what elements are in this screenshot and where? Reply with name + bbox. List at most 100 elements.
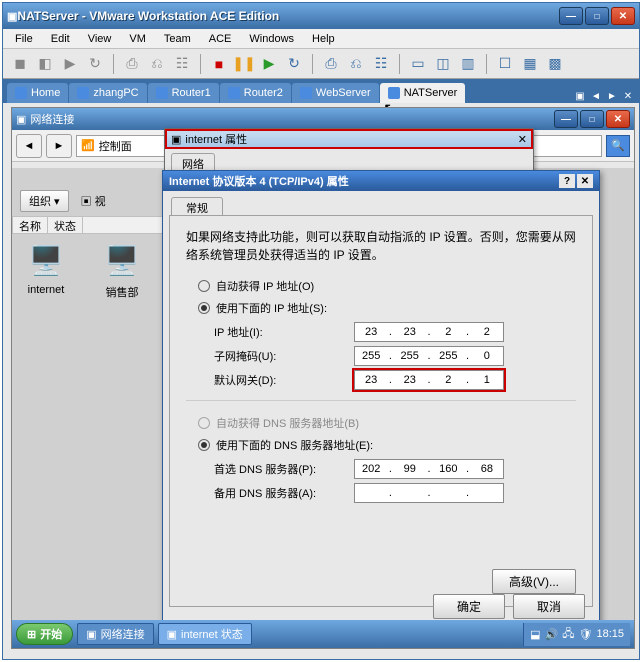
propwin-close-button[interactable]: ✕ bbox=[518, 133, 527, 146]
cycle-icon[interactable]: ↻ bbox=[283, 53, 305, 75]
view-toggle[interactable]: ▣ 视 bbox=[81, 193, 106, 209]
vm-icon bbox=[156, 87, 168, 99]
netwin-titlebar[interactable]: ▣ 网络连接 — ☐ ✕ bbox=[12, 108, 634, 130]
tab-network[interactable]: 网络 bbox=[171, 153, 215, 171]
ipwin-titlebar[interactable]: Internet 协议版本 4 (TCP/IPv4) 属性 ? ✕ bbox=[163, 171, 599, 191]
revert-icon[interactable]: ⎌ bbox=[146, 53, 168, 75]
radio-auto-ip[interactable] bbox=[198, 280, 210, 292]
tray-icon[interactable]: 🖧 bbox=[562, 625, 574, 644]
view2-icon[interactable]: ◫ bbox=[432, 53, 454, 75]
start-button[interactable]: ⊞ 开始 bbox=[16, 623, 73, 645]
help-button[interactable]: ? bbox=[559, 174, 575, 188]
tray-icon[interactable]: 🔊 bbox=[545, 628, 559, 641]
system-tray[interactable]: ⬓ 🔊 🖧 🛡 18:15 bbox=[523, 623, 630, 646]
suspend-icon[interactable]: ◧ bbox=[34, 53, 56, 75]
status-icon: ▣ bbox=[167, 628, 177, 641]
menu-edit[interactable]: Edit bbox=[43, 31, 78, 47]
tray-icon[interactable]: ⬓ bbox=[530, 628, 540, 641]
extra1-icon[interactable]: ☐ bbox=[494, 53, 516, 75]
ipwin-title-text: Internet 协议版本 4 (TCP/IPv4) 属性 bbox=[169, 173, 349, 189]
advanced-button[interactable]: 高级(V)... bbox=[492, 569, 576, 594]
reset-icon[interactable]: ↻ bbox=[84, 53, 106, 75]
ipwin-close-button[interactable]: ✕ bbox=[577, 174, 593, 188]
tray-icon[interactable]: 🛡 bbox=[579, 628, 593, 641]
taskbar-item[interactable]: ▣ internet 状态 bbox=[158, 623, 252, 645]
power-off-icon[interactable]: ◼ bbox=[9, 53, 31, 75]
dns2-input[interactable]: . . . bbox=[354, 483, 504, 503]
minimize-button[interactable]: — bbox=[559, 7, 583, 25]
menu-help[interactable]: Help bbox=[304, 31, 343, 47]
snap-mgr-icon[interactable]: ☷ bbox=[171, 53, 193, 75]
view1-icon[interactable]: ▭ bbox=[407, 53, 429, 75]
subnet-mask-input[interactable]: 255. 255. 255. 0 bbox=[354, 346, 504, 366]
adapter-sales[interactable]: 销售部 bbox=[94, 240, 150, 300]
netwin-max-button[interactable]: ☐ bbox=[580, 110, 604, 128]
radio-use-dns[interactable] bbox=[198, 439, 210, 451]
snapshot-icon[interactable]: ⎙ bbox=[121, 53, 143, 75]
tab-zhangpc[interactable]: zhangPC bbox=[69, 83, 146, 103]
windows-taskbar: ⊞ 开始 ▣ 网络连接 ▣ internet 状态 ⬓ 🔊 🖧 🛡 18:15 bbox=[12, 620, 634, 648]
radio-auto-dns-label: 自动获得 DNS 服务器地址(B) bbox=[216, 415, 359, 431]
taskbar-item[interactable]: ▣ 网络连接 bbox=[77, 623, 153, 645]
dns1-label: 首选 DNS 服务器(P): bbox=[214, 461, 354, 477]
organize-button[interactable]: 组织 ▾ bbox=[20, 190, 69, 212]
ip-address-input[interactable]: 23. 23. 2. 2 bbox=[354, 322, 504, 342]
radio-auto-ip-label: 自动获得 IP 地址(O) bbox=[216, 278, 314, 294]
tab-prev-icon[interactable]: ◄ bbox=[589, 89, 603, 103]
col-status[interactable]: 状态 bbox=[48, 217, 83, 233]
back-button[interactable]: ◄ bbox=[16, 134, 42, 158]
column-headers[interactable]: 名称 状态 bbox=[12, 216, 172, 234]
view3-icon[interactable]: ▥ bbox=[457, 53, 479, 75]
adapter-icon bbox=[98, 240, 146, 280]
propwin-titlebar[interactable]: ▣ internet 属性 ✕ bbox=[165, 129, 533, 149]
tab-router2[interactable]: Router2 bbox=[220, 83, 291, 103]
snap-list-icon[interactable]: ☷ bbox=[370, 53, 392, 75]
tab-natserver[interactable]: NATServer bbox=[380, 83, 466, 103]
menu-windows[interactable]: Windows bbox=[241, 31, 302, 47]
snap-go-icon[interactable]: ⎌ bbox=[345, 53, 367, 75]
menu-ace[interactable]: ACE bbox=[201, 31, 240, 47]
home-icon bbox=[15, 87, 27, 99]
col-name[interactable]: 名称 bbox=[13, 217, 48, 233]
gateway-input[interactable]: 23. 23. 2. 1 bbox=[354, 370, 504, 390]
menu-vm[interactable]: VM bbox=[121, 31, 154, 47]
power-on-icon[interactable]: ▶ bbox=[59, 53, 81, 75]
clock[interactable]: 18:15 bbox=[596, 628, 624, 640]
adapter-icon bbox=[22, 240, 70, 280]
tab-close-icon[interactable]: ✕ bbox=[621, 89, 635, 103]
menu-team[interactable]: Team bbox=[156, 31, 199, 47]
ipv4-properties-window: Internet 协议版本 4 (TCP/IPv4) 属性 ? ✕ 常规 如果网… bbox=[162, 170, 600, 630]
pause-icon[interactable]: ❚❚ bbox=[233, 53, 255, 75]
description-text: 如果网络支持此功能，则可以获取自动指派的 IP 设置。否则，您需要从网络系统管理… bbox=[186, 228, 576, 264]
extra3-icon[interactable]: ▩ bbox=[544, 53, 566, 75]
play-icon[interactable]: ▶ bbox=[258, 53, 280, 75]
snap-take-icon[interactable]: ⎙ bbox=[320, 53, 342, 75]
netwin-title-text: 网络连接 bbox=[30, 111, 74, 127]
dns1-input[interactable]: 202. 99. 160. 68 bbox=[354, 459, 504, 479]
stop-icon[interactable]: ■ bbox=[208, 53, 230, 75]
adapter-internet[interactable]: internet bbox=[18, 240, 74, 300]
radio-use-dns-label: 使用下面的 DNS 服务器地址(E): bbox=[216, 437, 373, 453]
maximize-button[interactable]: ☐ bbox=[585, 7, 609, 25]
netwin-close-button[interactable]: ✕ bbox=[606, 110, 630, 128]
tab-general[interactable]: 常规 bbox=[171, 197, 223, 215]
radio-use-ip[interactable] bbox=[198, 302, 210, 314]
menu-view[interactable]: View bbox=[80, 31, 120, 47]
tab-router1[interactable]: Router1 bbox=[148, 83, 219, 103]
netwin-min-button[interactable]: — bbox=[554, 110, 578, 128]
fwd-button[interactable]: ► bbox=[46, 134, 72, 158]
tab-next-icon[interactable]: ► bbox=[605, 89, 619, 103]
folder-icon: ▣ bbox=[86, 628, 96, 641]
tab-new-icon[interactable]: ▣ bbox=[573, 89, 587, 103]
tab-home[interactable]: Home bbox=[7, 83, 68, 103]
extra2-icon[interactable]: ▦ bbox=[519, 53, 541, 75]
menu-file[interactable]: File bbox=[7, 31, 41, 47]
ok-button[interactable]: 确定 bbox=[433, 594, 505, 619]
tab-webserver[interactable]: WebServer bbox=[292, 83, 379, 103]
cancel-button[interactable]: 取消 bbox=[513, 594, 585, 619]
windows-logo-icon: ⊞ bbox=[27, 628, 36, 641]
mask-label: 子网掩码(U): bbox=[214, 348, 354, 364]
search-button[interactable]: 🔍 bbox=[606, 135, 630, 157]
close-button[interactable]: ✕ bbox=[611, 7, 635, 25]
vm-icon bbox=[388, 87, 400, 99]
